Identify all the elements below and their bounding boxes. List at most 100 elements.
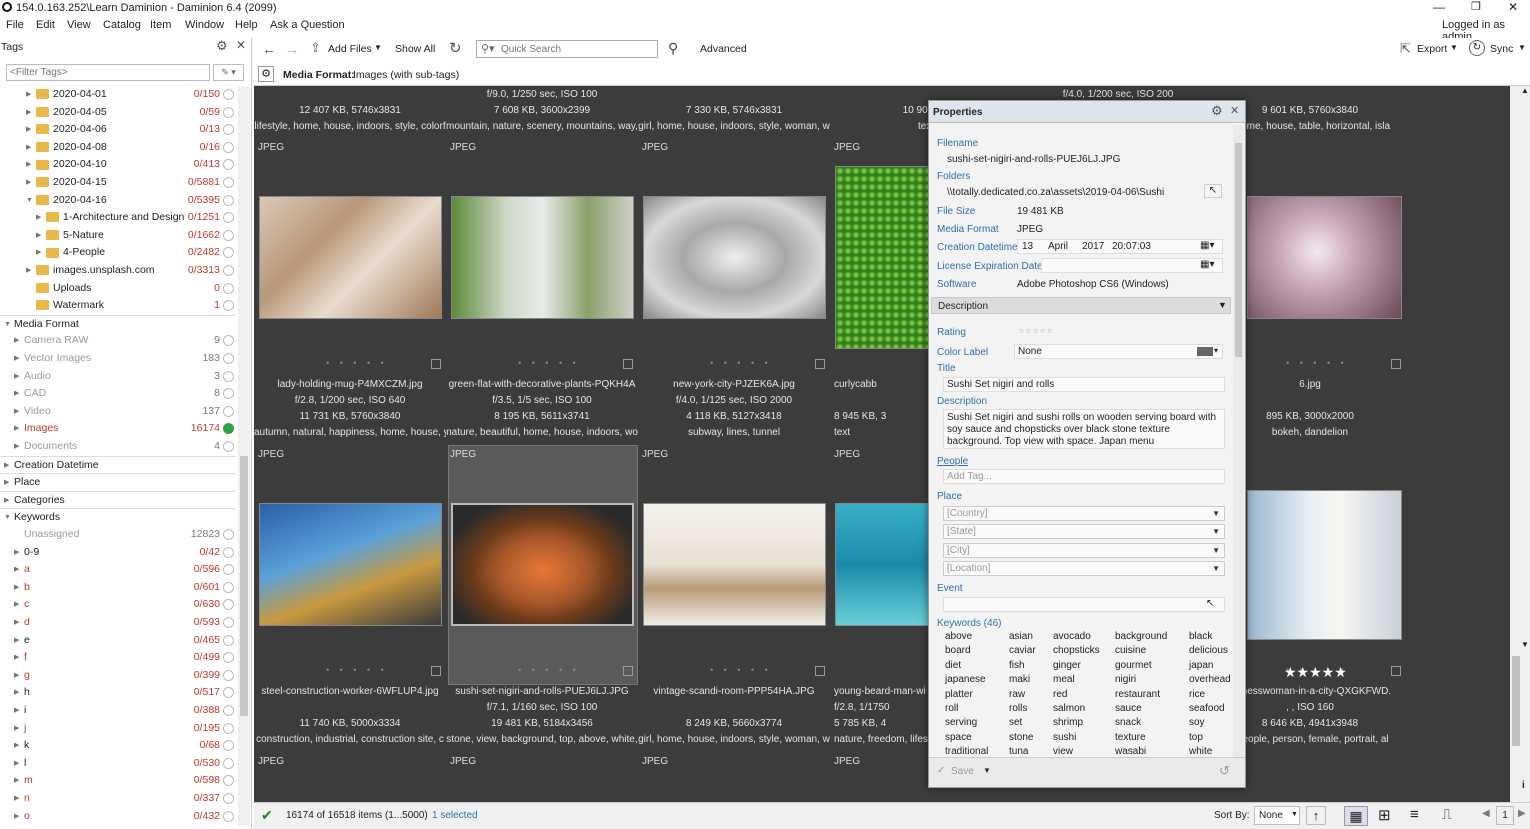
tag-row[interactable]: ▶ m 0/598 <box>0 772 236 790</box>
expand-arrow-icon[interactable]: ▶ <box>14 544 19 561</box>
tag-row[interactable]: ▶ c 0/630 <box>0 596 236 614</box>
tag-select-circle-icon[interactable] <box>223 634 234 646</box>
expand-arrow-icon[interactable]: ▶ <box>14 368 19 385</box>
keyword-item[interactable]: board <box>945 645 971 656</box>
keyword-item[interactable]: nigiri <box>1115 674 1136 685</box>
tag-row[interactable]: ▶ h 0/517 <box>0 684 236 702</box>
tag-select-circle-icon[interactable] <box>223 229 234 241</box>
tag-row[interactable]: ▶ e 0/465 <box>0 632 236 650</box>
tag-select-circle-icon[interactable] <box>223 282 234 294</box>
save-button[interactable]: Save <box>951 766 974 777</box>
tag-row[interactable]: ▶ f 0/499 <box>0 649 236 667</box>
tag-row[interactable]: ▶ 1-Architecture and Design 0/1251 <box>0 209 236 227</box>
tag-select-circle-icon[interactable] <box>223 212 234 224</box>
menu-help[interactable]: Help <box>235 19 258 31</box>
expand-arrow-icon[interactable]: ▶ <box>14 596 19 613</box>
menu-edit[interactable]: Edit <box>36 19 55 31</box>
expand-arrow-icon[interactable]: ▶ <box>14 808 19 825</box>
expand-arrow-icon[interactable]: ▶ <box>14 720 19 737</box>
keyword-item[interactable]: fish <box>1009 660 1025 671</box>
tag-select-circle-icon[interactable] <box>223 194 234 206</box>
keyword-item[interactable]: above <box>945 631 972 642</box>
city-chevron-icon[interactable]: ▼ <box>1212 544 1220 557</box>
expand-arrow-icon[interactable]: ▶ <box>14 614 19 631</box>
tag-select-circle-icon[interactable] <box>223 581 234 593</box>
keyword-item[interactable]: rolls <box>1009 703 1027 714</box>
thumbnail-new-york-city[interactable] <box>643 196 826 319</box>
description-section-header[interactable]: Description ▼ <box>931 297 1231 314</box>
add-tag-field[interactable]: Add Tag... <box>943 469 1225 484</box>
keyword-item[interactable]: shrimp <box>1053 717 1083 728</box>
created-year[interactable]: 2017 <box>1082 241 1104 252</box>
expand-arrow-icon[interactable]: ▶ <box>14 385 19 402</box>
tag-row[interactable]: ▶ Documents 4 <box>0 438 236 456</box>
keyword-item[interactable]: texture <box>1115 732 1146 743</box>
tag-select-circle-icon[interactable] <box>223 423 234 435</box>
color-chevron-icon[interactable]: ▾ <box>1214 346 1218 355</box>
select-checkbox[interactable] <box>1391 666 1401 676</box>
add-files-icon[interactable]: ⇪ <box>310 40 321 56</box>
keyword-item[interactable]: black <box>1189 631 1212 642</box>
sync-chevron-down-icon[interactable]: ▼ <box>1518 43 1526 52</box>
tag-row[interactable]: ▶ CAD 8 <box>0 385 236 403</box>
tag-row[interactable]: ▶ k 0/68 <box>0 737 236 755</box>
export-button[interactable]: Export <box>1417 43 1447 55</box>
state-chevron-icon[interactable]: ▼ <box>1212 525 1220 538</box>
back-arrow-icon[interactable]: ← <box>262 41 276 57</box>
creation-datetime-field[interactable]: 13 April 2017 20:07:03 ▦▾ <box>1017 239 1223 254</box>
thumbnail-green-flat[interactable] <box>451 196 634 319</box>
keyword-item[interactable]: japanese <box>945 674 986 685</box>
add-files-button[interactable]: Add Files <box>328 43 372 55</box>
keyword-item[interactable]: caviar <box>1009 645 1036 656</box>
tag-select-circle-icon[interactable] <box>223 177 234 188</box>
tag-select-circle-icon[interactable] <box>223 757 234 769</box>
expand-arrow-icon[interactable]: ▶ <box>26 86 31 103</box>
expand-arrow-icon[interactable]: ▶ <box>14 632 19 649</box>
expand-arrow-icon[interactable]: ▶ <box>4 474 9 491</box>
tag-select-circle-icon[interactable] <box>223 388 234 400</box>
thumbnail-sushi-set[interactable] <box>451 503 634 626</box>
expand-arrow-icon[interactable]: ▶ <box>14 561 19 578</box>
breadcrumb-value[interactable]: Images (with sub-tags) <box>353 69 459 81</box>
tag-row[interactable]: ▶ d 0/593 <box>0 614 236 632</box>
keyword-item[interactable]: red <box>1053 689 1067 700</box>
rating-dots-icon[interactable]: • • • • • <box>710 358 772 368</box>
sync-button[interactable]: Sync <box>1490 43 1513 55</box>
tag-select-circle-icon[interactable] <box>223 89 234 100</box>
license-expiration-field[interactable]: ▦▾ <box>1041 258 1223 273</box>
expand-arrow-icon[interactable]: ▶ <box>26 174 31 191</box>
show-all-button[interactable]: Show All <box>395 43 435 55</box>
keyword-item[interactable]: stone <box>1009 732 1033 743</box>
properties-scrollbar[interactable] <box>1233 125 1244 765</box>
tag-select-circle-icon[interactable] <box>223 617 234 628</box>
expand-arrow-icon[interactable]: ▶ <box>4 492 9 509</box>
tag-row[interactable]: ▶ 0-9 0/42 <box>0 544 236 562</box>
tag-row[interactable]: Watermark 1 <box>0 297 236 315</box>
thumbnail-businesswoman[interactable] <box>1247 490 1402 640</box>
expand-arrow-icon[interactable]: ▶ <box>14 403 19 420</box>
event-field[interactable]: ↖ <box>943 597 1225 612</box>
expand-arrow-icon[interactable]: ▶ <box>36 209 41 226</box>
collapse-chevron-icon[interactable]: ▼ <box>1218 300 1227 310</box>
tag-select-circle-icon[interactable] <box>223 405 234 417</box>
page-number[interactable]: 1 <box>1496 806 1514 825</box>
gear-icon[interactable]: ⚙ <box>216 38 228 54</box>
expand-arrow-icon[interactable]: ▶ <box>14 579 19 596</box>
tag-select-circle-icon[interactable] <box>223 705 234 716</box>
checkmark-icon[interactable]: ✔ <box>261 807 273 824</box>
keyword-item[interactable]: chopsticks <box>1053 645 1100 656</box>
expand-arrow-icon[interactable]: ▶ <box>14 702 19 719</box>
selected-count[interactable]: 1 selected <box>432 810 478 821</box>
tag-row[interactable]: ▶ 2020-04-05 0/59 <box>0 104 236 122</box>
select-checkbox[interactable] <box>623 666 633 676</box>
tag-row[interactable]: ▼ Media Format <box>0 314 236 333</box>
tag-select-circle-icon[interactable] <box>223 793 234 804</box>
properties-close-icon[interactable]: ✕ <box>1230 104 1239 117</box>
tag-row[interactable]: ▶ 2020-04-06 0/13 <box>0 121 236 139</box>
tag-row[interactable]: ▶ Categories <box>0 490 236 509</box>
close-panel-icon[interactable]: ✕ <box>236 38 246 52</box>
location-chevron-icon[interactable]: ▼ <box>1212 562 1220 575</box>
state-select[interactable]: [State] ▼ <box>943 524 1225 539</box>
created-time[interactable]: 20:07:03 <box>1112 241 1151 252</box>
list-view-icon[interactable]: ≡ <box>1410 806 1419 823</box>
